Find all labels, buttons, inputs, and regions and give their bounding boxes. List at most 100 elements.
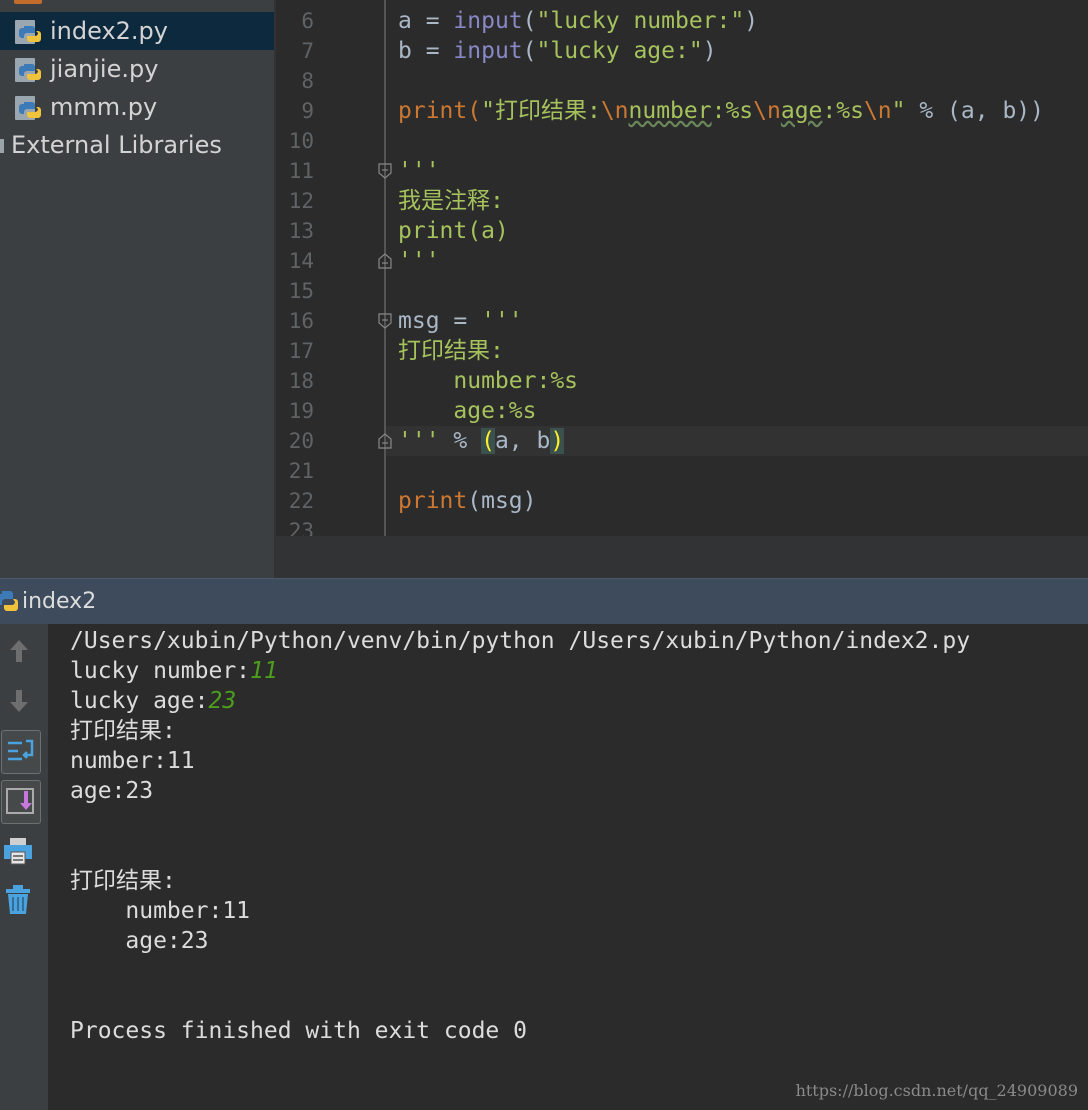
soft-wrap-icon[interactable] bbox=[1, 730, 41, 774]
line-number: 7 bbox=[301, 39, 314, 63]
arrow-down-icon[interactable] bbox=[0, 680, 38, 722]
line-number: 20 bbox=[288, 429, 314, 453]
code-line: ''' bbox=[398, 248, 440, 274]
line-number: 21 bbox=[288, 459, 314, 483]
code-token: % (a, b)) bbox=[905, 98, 1044, 124]
code-token: print bbox=[398, 488, 468, 514]
console-line: lucky number:11 bbox=[70, 656, 278, 686]
console-prompt: lucky number: bbox=[70, 658, 251, 684]
code-token: b bbox=[398, 38, 412, 64]
console-line: Process finished with exit code 0 bbox=[70, 1018, 527, 1044]
code-line: 我是注释: bbox=[398, 188, 504, 214]
console-output[interactable]: /Users/xubin/Python/venv/bin/python /Use… bbox=[48, 624, 1088, 1110]
code-token: " bbox=[891, 98, 906, 124]
code-token: ''' bbox=[481, 308, 523, 334]
project-tree-panel: venv index2.py jianjie.py mmm.py Externa… bbox=[0, 0, 274, 578]
console-prompt: lucky age: bbox=[70, 688, 209, 714]
tree-item-label: mmm.py bbox=[50, 93, 158, 121]
trash-icon[interactable] bbox=[0, 880, 38, 922]
code-editor[interactable]: 6 7 8 9 10 11 12 13 14 15 16 17 18 19 20… bbox=[276, 0, 1088, 536]
line-number: 10 bbox=[288, 129, 314, 153]
run-toolbar bbox=[0, 624, 48, 1110]
console-line: age:23 bbox=[70, 778, 154, 804]
fold-end-marker-icon[interactable] bbox=[378, 433, 392, 449]
line-number: 11 bbox=[288, 159, 314, 183]
code-token: ) bbox=[744, 8, 759, 34]
code-token: = bbox=[411, 8, 454, 34]
code-token: :%s bbox=[711, 98, 754, 124]
code-token: \n bbox=[600, 98, 629, 124]
console-line: number:11 bbox=[70, 898, 251, 924]
line-number: 16 bbox=[288, 309, 314, 333]
code-token: input bbox=[453, 38, 523, 64]
tree-item-label: jianjie.py bbox=[50, 55, 159, 83]
code-token: \n bbox=[863, 98, 892, 124]
code-line: print(a) bbox=[398, 218, 509, 244]
fold-end-marker-icon[interactable] bbox=[378, 253, 392, 269]
code-token: a bbox=[398, 8, 412, 34]
console-line: /Users/xubin/Python/venv/bin/python /Use… bbox=[70, 628, 971, 654]
code-token: ''' bbox=[398, 428, 440, 454]
code-line: b = input("lucky age:") bbox=[398, 36, 717, 66]
run-panel-header[interactable]: index2 bbox=[0, 578, 1088, 625]
console-line: 打印结果: bbox=[70, 868, 176, 894]
code-token: "lucky age:" bbox=[536, 38, 703, 64]
code-line: ''' % (a, b) bbox=[398, 426, 565, 456]
matched-bracket: ( bbox=[481, 428, 495, 454]
python-file-icon bbox=[15, 58, 41, 82]
line-number: 15 bbox=[288, 279, 314, 303]
code-token: \n bbox=[753, 98, 781, 124]
tree-item-index2[interactable]: index2.py bbox=[0, 12, 274, 50]
line-number: 14 bbox=[288, 249, 314, 273]
line-number: 17 bbox=[288, 339, 314, 363]
line-number: 23 bbox=[288, 519, 314, 536]
fold-marker-icon[interactable] bbox=[378, 163, 392, 179]
print-icon[interactable] bbox=[0, 830, 38, 872]
code-token: ( bbox=[522, 8, 537, 34]
tree-item-label: External Libraries bbox=[11, 131, 222, 159]
tree-item-mmm[interactable]: mmm.py bbox=[0, 88, 274, 126]
line-number: 13 bbox=[288, 219, 314, 243]
code-line: ''' bbox=[398, 158, 440, 184]
code-line: age:%s bbox=[398, 398, 537, 424]
tree-item-venv[interactable]: venv bbox=[50, 0, 108, 4]
code-token: (msg) bbox=[467, 488, 537, 514]
code-token: ( bbox=[467, 98, 482, 124]
arrow-up-icon[interactable] bbox=[0, 632, 38, 674]
code-token: number bbox=[628, 98, 712, 124]
console-line: number:11 bbox=[70, 748, 195, 774]
code-token: :%s bbox=[822, 98, 864, 124]
code-token: = bbox=[411, 38, 454, 64]
code-token: ( bbox=[522, 38, 537, 64]
tree-item-jianjie[interactable]: jianjie.py bbox=[0, 50, 274, 88]
console-line: age:23 bbox=[70, 928, 209, 954]
console-user-input: 23 bbox=[208, 688, 237, 714]
python-icon bbox=[0, 591, 18, 611]
line-number: 6 bbox=[301, 9, 314, 33]
line-number: 8 bbox=[301, 69, 314, 93]
scroll-to-end-icon[interactable] bbox=[1, 780, 41, 824]
library-icon bbox=[0, 139, 4, 153]
console-user-input: 11 bbox=[250, 658, 278, 684]
code-token: ) bbox=[702, 38, 717, 64]
code-line: print(msg) bbox=[398, 486, 537, 516]
run-tab-title[interactable]: index2 bbox=[22, 579, 96, 625]
code-line: msg = ''' bbox=[398, 306, 523, 336]
code-token: print bbox=[398, 98, 468, 124]
line-number: 22 bbox=[288, 489, 314, 513]
line-number: 12 bbox=[288, 189, 314, 213]
code-token: % bbox=[439, 428, 482, 454]
line-number: 18 bbox=[288, 369, 314, 393]
watermark: https://blog.csdn.net/qq_24909089 bbox=[795, 1081, 1078, 1100]
tree-item-external-libraries[interactable]: External Libraries bbox=[0, 126, 274, 164]
editor-footer bbox=[276, 536, 1088, 578]
code-token: a, b bbox=[494, 428, 551, 454]
python-file-icon bbox=[15, 96, 41, 120]
python-file-icon bbox=[15, 20, 41, 44]
fold-marker-icon[interactable] bbox=[378, 313, 392, 329]
console-line: lucky age:23 bbox=[70, 686, 236, 716]
code-token: "打印结果: bbox=[481, 98, 601, 124]
line-number: 9 bbox=[301, 99, 314, 123]
code-token: age bbox=[780, 98, 823, 124]
folder-icon bbox=[14, 0, 42, 4]
